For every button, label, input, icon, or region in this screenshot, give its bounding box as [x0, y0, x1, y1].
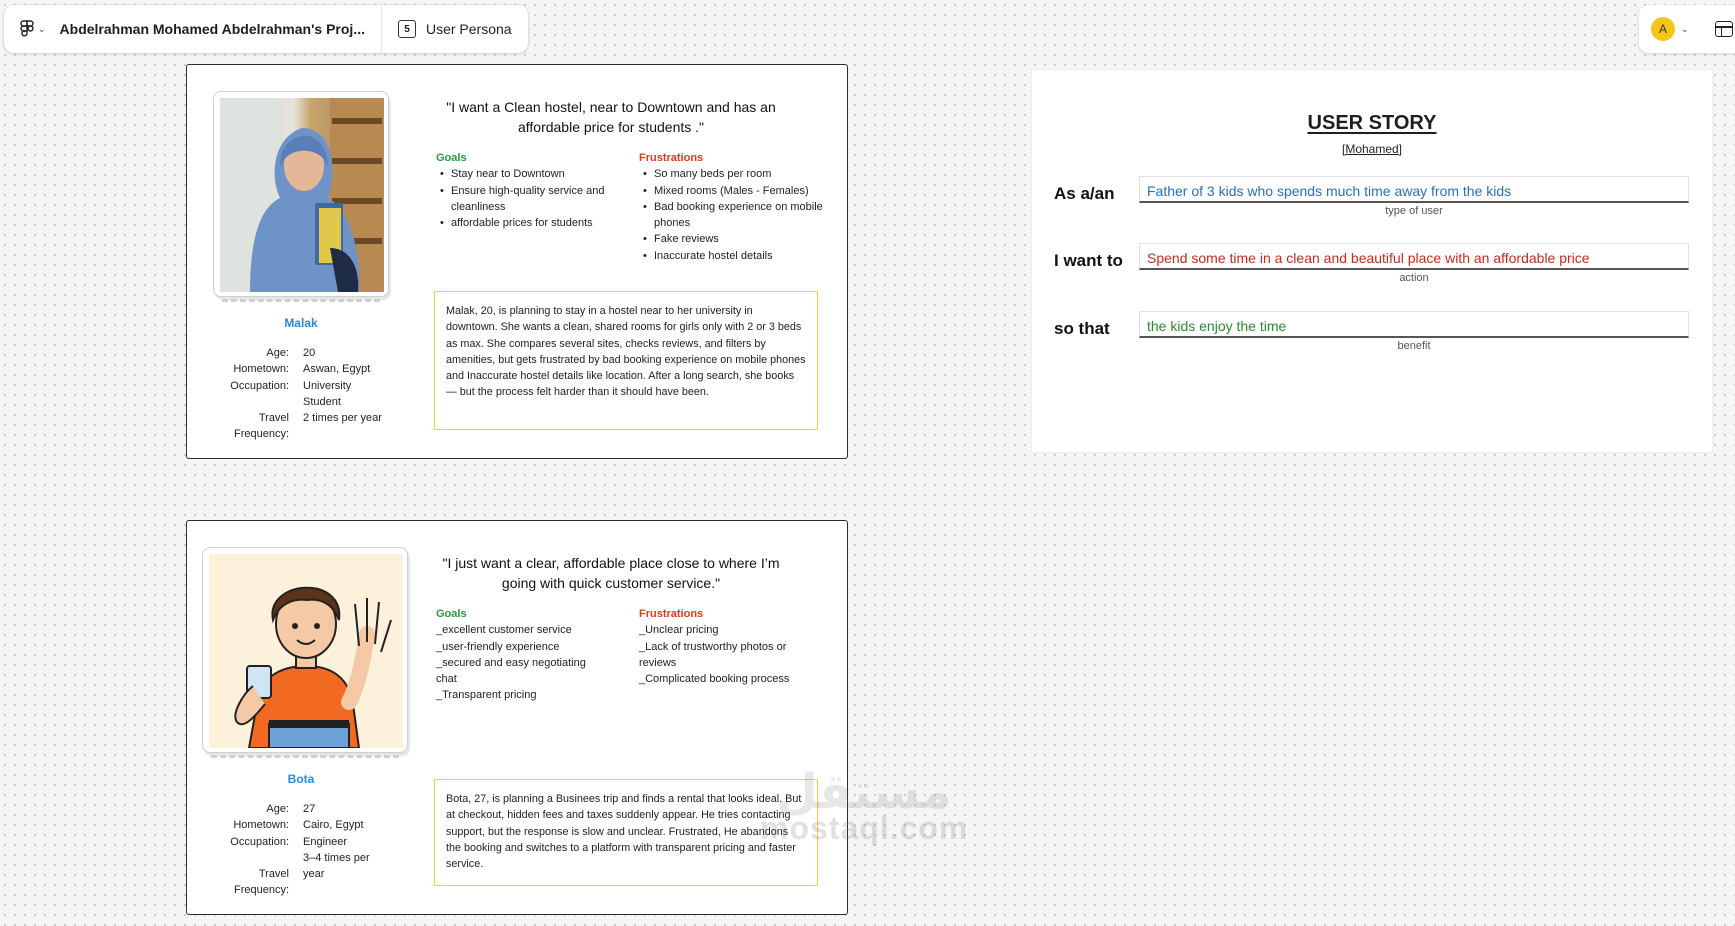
frustrations-title: Frustrations [639, 608, 704, 620]
goals-column: Goals Stay near to Downtown Ensure high-… [436, 150, 616, 232]
frustration-item: Inaccurate hostel details [639, 248, 824, 265]
persona-details: Age: 20 Hometown: Aswan, Egypt Occupation:… [203, 345, 387, 443]
story-label: I want to [1054, 251, 1123, 270]
persona-name: Bota [287, 772, 315, 786]
persona-card-malak[interactable]: Malak Age: 20 Hometown: Aswan, Egypt Occup… [186, 64, 848, 459]
story-hint: type of user [1385, 205, 1443, 217]
frustration-item: Bad booking experience on mobile phones [639, 199, 824, 232]
detail-row-travel: Travel Frequency: 2 times per year [233, 412, 382, 441]
watermark-text: mostaql.com [760, 810, 969, 846]
persona-quote: "I want a Clean hostel, near to Downtown… [446, 99, 776, 135]
frustration-item: _Complicated booking process [639, 673, 790, 686]
detail-row-hometown: Hometown: Cairo, Egypt [233, 819, 364, 832]
photo-frame [202, 547, 408, 758]
frustrations-title: Frustrations [639, 152, 704, 164]
story-row-user: As a/an Father of 3 kids who spends much… [1054, 176, 1694, 217]
persona-photo [209, 554, 403, 748]
story-field-benefit[interactable]: the kids enjoy the time [1139, 311, 1689, 338]
frustrations-column: Frustrations _Unclear pricing _Lack of t… [639, 606, 814, 687]
detail-row-hometown: Hometown: Aswan, Egypt [233, 363, 371, 376]
project-name[interactable]: Abdelrahman Mohamed Abdelrahman's Proj..… [60, 21, 381, 37]
goal-item: _Transparent pricing [436, 689, 537, 702]
persona-name: Malak [284, 316, 318, 330]
story-row-action: I want to Spend some time in a clean and… [1054, 243, 1694, 284]
man-waving-illustration [234, 586, 392, 748]
top-toolbar: ⌄ Abdelrahman Mohamed Abdelrahman's Proj… [4, 5, 528, 53]
detail-row-travel: Travel Frequency: year [233, 868, 325, 897]
page-name: User Persona [425, 21, 512, 37]
frustration-item: Mixed rooms (Males - Females) [639, 183, 824, 200]
goals-title: Goals [436, 608, 467, 620]
chevron-down-icon: ⌄ [38, 23, 46, 34]
frustration-item: _Unclear pricing [639, 624, 719, 637]
detail-row-age: Age: 27 [266, 803, 316, 815]
user-story-card[interactable]: USER STORY [Mohamed] As a/an Father of 3… [1032, 70, 1712, 452]
goal-item: _user-friendly experience [436, 640, 560, 653]
persona-photo [220, 98, 384, 292]
goal-item: Ensure high-quality service and cleanlin… [436, 183, 616, 216]
detail-row-age: Age: 20 [266, 347, 316, 359]
story-field-action[interactable]: Spend some time in a clean and beautiful… [1139, 243, 1689, 270]
story-field-user[interactable]: Father of 3 kids who spends much time aw… [1139, 176, 1689, 203]
goal-item: _secured and easy negotiating chat [436, 656, 586, 686]
goals-column: Goals _excellent customer service _user-… [436, 606, 606, 704]
story-label: so that [1054, 319, 1110, 338]
page-selector[interactable]: 5 User Persona [382, 5, 528, 53]
persona-quote: "I just want a clear, affordable place c… [442, 555, 780, 591]
detail-row-travel-frequency: 3–4 times per [303, 851, 370, 864]
frustrations-column: Frustrations So many beds per room Mixed… [639, 150, 824, 264]
photo-frame [213, 91, 389, 302]
scenario-box: Malak, 20, is planning to stay in a host… [434, 291, 818, 430]
figma-logo-icon [20, 20, 34, 37]
user-story-title: USER STORY [1307, 112, 1437, 134]
frustration-item: _Lack of trustworthy photos or reviews [639, 640, 787, 669]
page-icon: 5 [397, 20, 416, 38]
detail-row-occupation: Occupation: Engineer [230, 835, 348, 848]
story-row-benefit: so that the kids enjoy the time benefit [1054, 311, 1694, 352]
layout-icon[interactable] [1714, 21, 1733, 37]
frustration-item: Fake reviews [639, 231, 824, 248]
goal-item: Stay near to Downtown [436, 166, 616, 183]
persona-details: Age: 27 Hometown: Cairo, Egypt Occupation:… [203, 801, 387, 899]
chevron-down-icon[interactable]: ⌄ [1681, 24, 1689, 35]
story-hint: benefit [1397, 340, 1431, 352]
main-menu-button[interactable]: ⌄ [4, 5, 60, 53]
avatar[interactable]: A [1651, 17, 1675, 41]
goals-title: Goals [436, 152, 467, 164]
toolbar-right: A ⌄ [1639, 5, 1735, 53]
student-illustration [220, 98, 384, 292]
frustration-item: So many beds per room [639, 166, 824, 183]
persona-card-bota[interactable]: Bota Age: 27 Hometown: Cairo, Egypt Occupa… [186, 520, 848, 915]
goal-item: _excellent customer service [436, 624, 572, 637]
story-hint: action [1399, 272, 1429, 284]
detail-row-occupation: Occupation: University Student [230, 379, 352, 408]
story-label: As a/an [1054, 184, 1115, 203]
goal-item: affordable prices for students [436, 215, 616, 232]
user-story-author[interactable]: [Mohamed] [1032, 142, 1712, 156]
